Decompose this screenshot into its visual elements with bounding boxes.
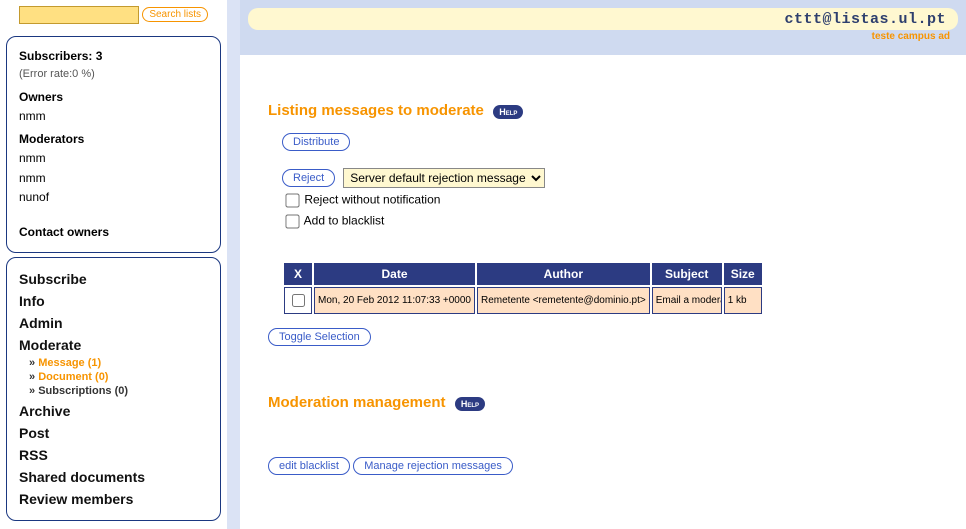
table-header-select: X [284, 263, 312, 285]
edit-blacklist-button[interactable]: edit blacklist [268, 457, 350, 475]
table-header-author: Author [477, 263, 650, 285]
contact-owners-link[interactable]: Contact owners [19, 223, 208, 242]
cell-author[interactable]: Remetente <remetente@dominio.pt> [477, 287, 650, 314]
cell-subject[interactable]: Email a moderar [652, 287, 722, 314]
search-lists-button[interactable]: Search lists [142, 7, 208, 22]
moderate-section-title: Listing messages to moderate [268, 102, 484, 119]
nav-subscribe[interactable]: Subscribe [19, 268, 208, 290]
cell-date[interactable]: Mon, 20 Feb 2012 11:07:33 +0000 [314, 287, 475, 314]
row-select-checkbox[interactable] [292, 294, 305, 307]
nav-moderate-message[interactable]: Message (1) [29, 356, 208, 370]
moderators-label: Moderators [19, 130, 208, 149]
owners-label: Owners [19, 88, 208, 107]
list-details-panel: Subscribers: 3 (Error rate:0 %) Owners n… [6, 36, 221, 253]
search-bar: Search lists [2, 4, 225, 32]
table-header-size: Size [724, 263, 762, 285]
nav-moderate[interactable]: Moderate [19, 334, 208, 356]
nav-review-members[interactable]: Review members [19, 488, 208, 510]
table-header-subject: Subject [652, 263, 722, 285]
nav-info[interactable]: Info [19, 290, 208, 312]
rejection-message-select[interactable]: Server default rejection message [343, 168, 545, 188]
nav-panel: Subscribe Info Admin Moderate Message (1… [6, 257, 221, 521]
reject-without-notification-label: Reject without notification [304, 193, 440, 207]
add-to-blacklist-checkbox[interactable] [285, 214, 299, 228]
moderator-item: nunof [19, 188, 208, 207]
reject-without-notification-checkbox[interactable] [285, 193, 299, 207]
toggle-selection-button[interactable]: Toggle Selection [268, 328, 371, 346]
error-rate: (Error rate:0 %) [19, 66, 208, 84]
nav-rss[interactable]: RSS [19, 444, 208, 466]
reject-button[interactable]: Reject [282, 169, 335, 187]
messages-table: X Date Author Subject Size Mon, 20 Feb 2… [282, 261, 764, 316]
nav-shared-documents[interactable]: Shared documents [19, 466, 208, 488]
vertical-divider [227, 0, 240, 529]
nav-moderate-subscriptions[interactable]: Subscriptions (0) [29, 384, 208, 398]
table-header-date: Date [314, 263, 475, 285]
help-button[interactable]: Help [455, 397, 485, 411]
nav-archive[interactable]: Archive [19, 400, 208, 422]
nav-admin[interactable]: Admin [19, 312, 208, 334]
add-to-blacklist-label: Add to blacklist [304, 214, 385, 228]
subscribers-count: Subscribers: 3 [19, 47, 208, 66]
search-input[interactable] [19, 6, 139, 24]
moderator-item: nmm [19, 149, 208, 168]
moderation-management-title: Moderation management [268, 394, 446, 411]
owner-item: nmm [19, 107, 208, 126]
nav-post[interactable]: Post [19, 422, 208, 444]
table-row: Mon, 20 Feb 2012 11:07:33 +0000 Remetent… [284, 287, 762, 314]
help-button[interactable]: Help [493, 105, 523, 119]
manage-rejection-messages-button[interactable]: Manage rejection messages [353, 457, 513, 475]
cell-size: 1 kb [724, 287, 762, 314]
list-description: teste campus ad [240, 31, 966, 42]
moderator-item: nmm [19, 169, 208, 188]
list-address-banner: cttt@listas.ul.pt [248, 8, 958, 30]
distribute-button[interactable]: Distribute [282, 133, 350, 151]
nav-moderate-document[interactable]: Document (0) [29, 370, 208, 384]
